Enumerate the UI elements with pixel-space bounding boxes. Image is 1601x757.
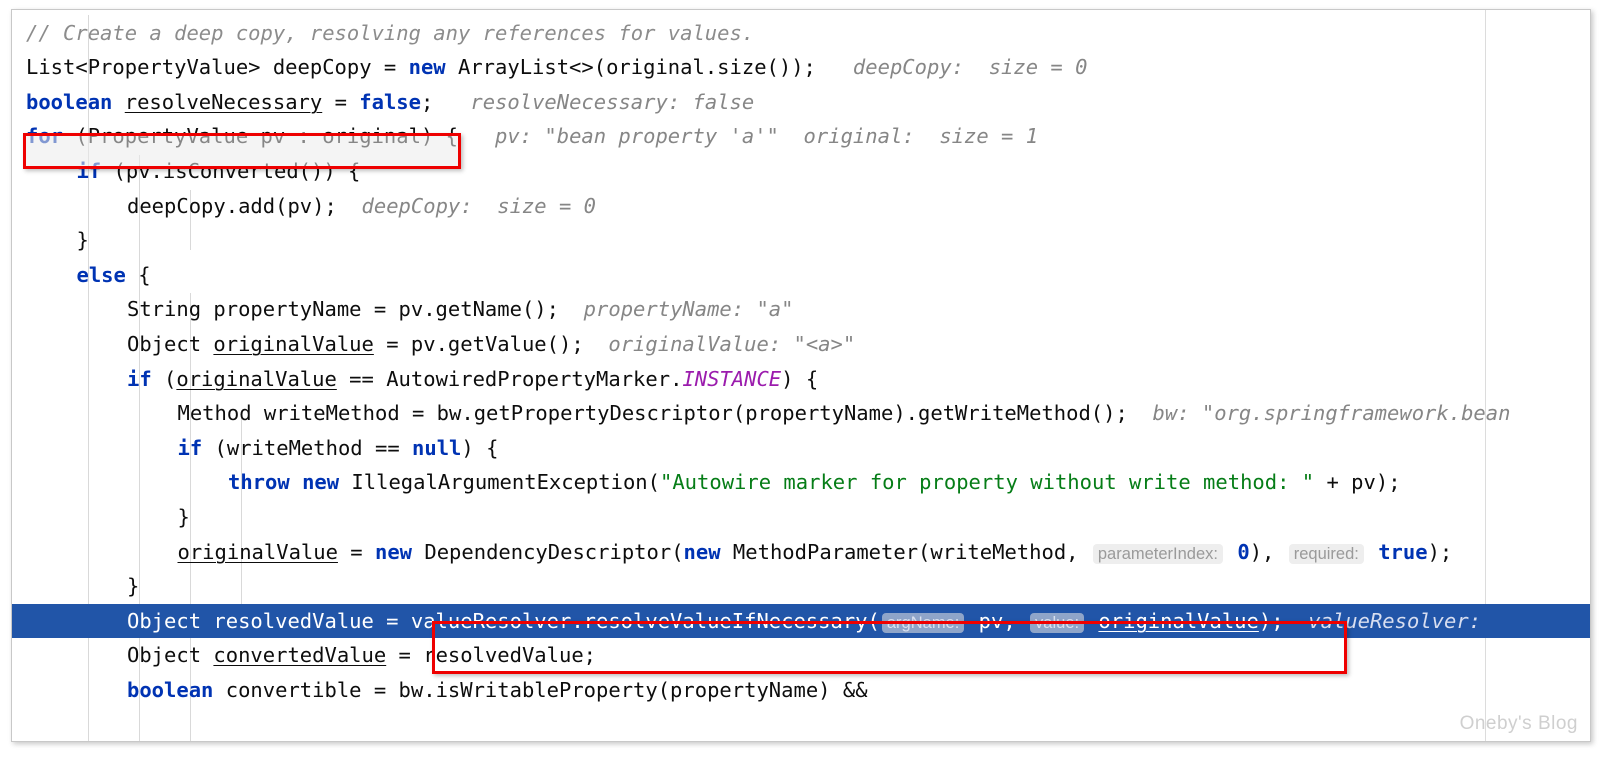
keyword-token: else [76, 262, 126, 287]
code-editor-frame[interactable]: // Create a deep copy, resolving any ref… [11, 9, 1591, 742]
inline-debug-hint: deepCopy: size = 0 [815, 55, 1088, 80]
code-token: originalValue [1098, 608, 1259, 633]
code-line[interactable]: if (writeMethod == null) { [12, 431, 1590, 466]
code-line[interactable]: } [12, 223, 1590, 258]
keyword-token: if [127, 366, 152, 391]
keyword-token: new [302, 470, 340, 495]
code-line[interactable]: for (PropertyValue pv : original) { pv: … [12, 119, 1590, 154]
code-token: { [125, 262, 151, 287]
keyword-token: throw [228, 470, 290, 495]
code-token: Method writeMethod = bw.getPropertyDescr… [177, 401, 1128, 426]
code-line[interactable]: originalValue = new DependencyDescriptor… [12, 535, 1590, 570]
keyword-token: null [412, 435, 462, 460]
code-token: ; [420, 89, 434, 114]
code-line[interactable]: boolean convertible = bw.isWritablePrope… [12, 673, 1590, 708]
keyword-token: new [374, 539, 413, 564]
keyword-token: boolean [127, 677, 214, 702]
code-token: originalValue [176, 366, 337, 391]
parameter-hint-chip: value: [1030, 612, 1085, 633]
code-token: ) { [781, 366, 819, 391]
code-line[interactable]: if (pv.isConverted()) { [12, 154, 1590, 189]
code-token: ( [151, 366, 177, 391]
code-token: (writeMethod == [202, 435, 413, 460]
code-line[interactable]: Method writeMethod = bw.getPropertyDescr… [12, 396, 1590, 431]
code-line[interactable]: Object convertedValue = resolvedValue; [12, 638, 1590, 673]
code-token: ), [1249, 539, 1287, 564]
inline-debug-hint: originalValue: "<a>" [583, 331, 856, 356]
code-token: ); [1258, 608, 1284, 633]
code-token: == AutowiredPropertyMarker. [336, 366, 683, 391]
code-token: } [76, 228, 89, 253]
inline-debug-hint: pv: "bean property 'a'" original: size =… [457, 124, 1039, 149]
code-token: = [322, 89, 360, 114]
keyword-token: 0 [1237, 539, 1250, 564]
code-surface[interactable]: // Create a deep copy, resolving any ref… [12, 10, 1590, 741]
code-token: resolveNecessary [124, 89, 323, 114]
code-token: originalValue [213, 331, 374, 356]
code-token: Object [127, 331, 214, 356]
parameter-hint-chip: required: [1288, 543, 1364, 564]
keyword-token: false [359, 89, 421, 114]
code-token: Object [127, 643, 214, 668]
code-token: = pv.getValue(); [373, 331, 584, 356]
code-line-current-execution[interactable]: Object resolvedValue = valueResolver.res… [12, 603, 1590, 639]
keyword-token: new [408, 55, 446, 80]
code-token: convertedValue [213, 643, 387, 668]
code-token: = [337, 539, 375, 564]
parameter-hint-chip: parameterIndex: [1092, 543, 1223, 564]
code-token: } [127, 574, 140, 599]
inline-debug-hint: valueResolver: [1283, 608, 1482, 633]
code-token: String propertyName = pv.getName(); [127, 297, 559, 322]
keyword-token: true [1378, 539, 1428, 564]
code-token: IllegalArgumentException( [339, 470, 660, 495]
code-token: convertible = bw.isWritableProperty(prop… [213, 677, 868, 702]
code-token: deepCopy.add(pv); [127, 193, 337, 218]
code-line[interactable]: } [12, 569, 1590, 604]
code-token: + pv); [1314, 470, 1401, 495]
keyword-token: if [76, 158, 102, 183]
code-token: pv, [966, 608, 1029, 633]
code-token: = resolvedValue; [386, 643, 597, 668]
code-token: ); [1427, 539, 1453, 564]
code-line[interactable]: if (originalValue == AutowiredPropertyMa… [12, 362, 1590, 397]
string-literal: "Autowire marker for property without wr… [660, 470, 1315, 495]
inline-debug-hint: propertyName: "a" [558, 297, 794, 322]
code-line[interactable]: // Create a deep copy, resolving any ref… [12, 16, 1590, 51]
code-token: MethodParameter(writeMethod, [720, 539, 1091, 564]
keyword-token: boolean [26, 89, 113, 114]
code-comment: // Create a deep copy, resolving any ref… [26, 20, 755, 45]
code-token: INSTANCE [682, 366, 782, 391]
code-line[interactable]: String propertyName = pv.getName(); prop… [12, 292, 1590, 327]
watermark: Oneby's Blog [1459, 713, 1578, 734]
code-token: List<PropertyValue> deepCopy = [26, 55, 409, 80]
code-line[interactable]: boolean resolveNecessary = false; resolv… [12, 85, 1590, 120]
code-token: DependencyDescriptor( [412, 539, 684, 564]
inline-debug-hint: deepCopy: size = 0 [336, 193, 597, 218]
keyword-token: new [683, 539, 721, 564]
code-token: (PropertyValue pv : original) { [63, 124, 458, 149]
code-line[interactable]: deepCopy.add(pv); deepCopy: size = 0 [12, 189, 1590, 224]
keyword-token: for [26, 124, 64, 149]
code-line[interactable]: Object originalValue = pv.getValue(); or… [12, 327, 1590, 362]
keyword-token: if [177, 435, 203, 460]
code-line[interactable]: else { [12, 258, 1590, 293]
parameter-hint-chip: argName: [881, 612, 965, 633]
inline-debug-hint: bw: "org.springframework.bean [1127, 401, 1511, 426]
code-line[interactable]: throw new IllegalArgumentException("Auto… [12, 465, 1590, 500]
code-token: originalValue [177, 539, 338, 564]
code-line[interactable]: } [12, 500, 1590, 535]
code-line[interactable]: List<PropertyValue> deepCopy = new Array… [12, 50, 1590, 85]
code-token: (pv.isConverted()) { [101, 158, 361, 183]
code-token: ) { [461, 435, 499, 460]
code-token: ArrayList<>(original.size()); [445, 55, 816, 80]
inline-debug-hint: resolveNecessary: false [433, 89, 755, 114]
code-token: Object resolvedValue = valueResolver.res… [127, 608, 880, 633]
code-token: } [177, 504, 190, 529]
